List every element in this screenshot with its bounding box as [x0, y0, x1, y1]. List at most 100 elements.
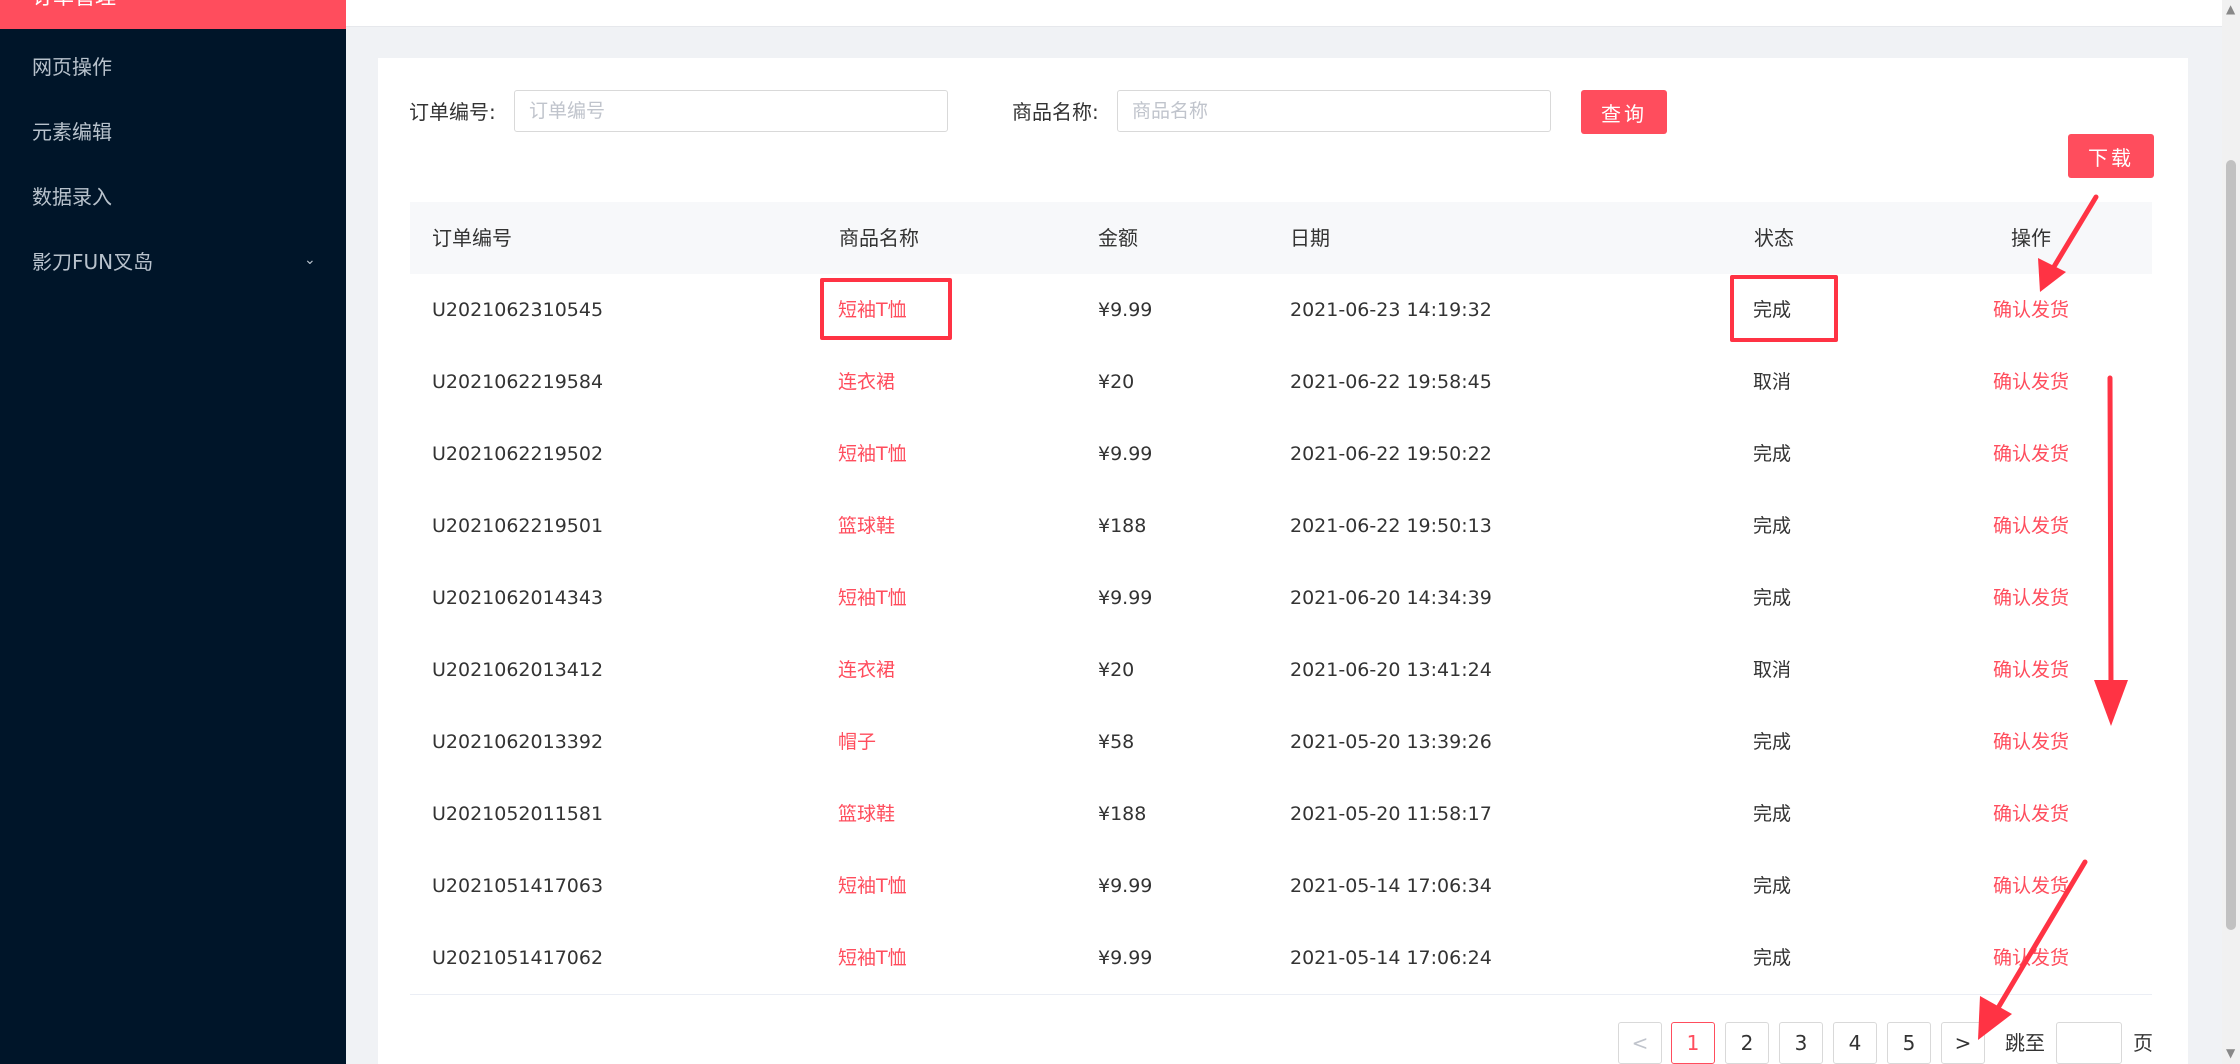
column-header-amount: 金额 [1098, 226, 1138, 250]
order-id-input[interactable] [514, 90, 948, 132]
order-id-cell: U2021062310545 [432, 299, 604, 321]
date-cell: 2021-06-22 19:58:45 [1290, 371, 1492, 393]
sidebar-item-label: 网页操作 [32, 55, 112, 79]
page-5-button[interactable]: 5 [1887, 1022, 1931, 1064]
product-cell: 短袖T恤 [838, 947, 907, 969]
confirm-shipment-link[interactable]: 确认发货 [1993, 706, 2069, 778]
table-row: U2021052011581 篮球鞋 ¥188 2021-05-20 11:58… [410, 778, 2152, 851]
table-row: U2021051417062 短袖T恤 ¥9.99 2021-05-14 17:… [410, 922, 2152, 995]
confirm-shipment-link[interactable]: 确认发货 [1993, 778, 2069, 850]
amount-cell: ¥9.99 [1098, 947, 1153, 969]
chevron-down-icon[interactable]: ⌄ [304, 245, 316, 275]
date-cell: 2021-06-22 19:50:22 [1290, 443, 1492, 465]
product-cell: 帽子 [838, 731, 877, 753]
annotation-box-status [1730, 275, 1838, 342]
product-cell: 短袖T恤 [838, 875, 907, 897]
order-id-cell: U2021052011581 [432, 803, 604, 825]
status-cell: 完成 [1753, 947, 1792, 969]
page-scrollbar[interactable]: ▲ ▼ [2222, 0, 2240, 1064]
table-row: U2021062014343 短袖T恤 ¥9.99 2021-06-20 14:… [410, 562, 2152, 635]
page-4-button[interactable]: 4 [1833, 1022, 1877, 1064]
confirm-shipment-link[interactable]: 确认发货 [1993, 922, 2069, 994]
order-id-cell: U2021062219502 [432, 443, 604, 465]
top-bar [346, 0, 2240, 27]
status-cell: 取消 [1753, 659, 1792, 681]
sidebar: 订单管理 网页操作 元素编辑 数据录入 影刀FUN叉岛 ⌄ [0, 0, 346, 1064]
date-cell: 2021-06-20 13:41:24 [1290, 659, 1492, 681]
amount-cell: ¥20 [1098, 659, 1135, 681]
status-cell: 取消 [1753, 371, 1792, 393]
column-header-action: 操作 [2011, 226, 2051, 250]
date-cell: 2021-06-20 14:34:39 [1290, 587, 1492, 609]
amount-cell: ¥9.99 [1098, 299, 1153, 321]
table-row: U2021062219502 短袖T恤 ¥9.99 2021-06-22 19:… [410, 418, 2152, 491]
date-cell: 2021-05-20 11:58:17 [1290, 803, 1492, 825]
sidebar-item-label: 元素编辑 [32, 120, 112, 144]
order-id-cell: U2021062219584 [432, 371, 604, 393]
jump-to-label: 跳至 [2005, 1031, 2045, 1055]
table-row: U2021062013392 帽子 ¥58 2021-05-20 13:39:2… [410, 706, 2152, 779]
jump-page-input[interactable] [2056, 1022, 2122, 1064]
query-button[interactable]: 查询 [1581, 90, 1667, 134]
confirm-shipment-link[interactable]: 确认发货 [1993, 634, 2069, 706]
confirm-shipment-link[interactable]: 确认发货 [1993, 562, 2069, 634]
annotation-box-product [820, 278, 952, 340]
date-cell: 2021-05-20 13:39:26 [1290, 731, 1492, 753]
sidebar-item-yingdao-fun[interactable]: 影刀FUN叉岛 [32, 247, 153, 277]
scroll-down-icon[interactable]: ▼ [2226, 1046, 2235, 1060]
sidebar-item-order-management[interactable]: 订单管理 [0, 0, 346, 29]
confirm-shipment-link[interactable]: 确认发货 [1993, 346, 2069, 418]
sidebar-item-element-edit[interactable]: 元素编辑 [32, 117, 112, 147]
confirm-shipment-link[interactable]: 确认发货 [1993, 850, 2069, 922]
scrollbar-thumb[interactable] [2226, 160, 2236, 930]
date-cell: 2021-05-14 17:06:34 [1290, 875, 1492, 897]
amount-cell: ¥58 [1098, 731, 1135, 753]
order-id-cell: U2021062219501 [432, 515, 604, 537]
order-id-label: 订单编号: [409, 100, 496, 124]
amount-cell: ¥9.99 [1098, 875, 1153, 897]
amount-cell: ¥188 [1098, 803, 1147, 825]
sidebar-item-web-operations[interactable]: 网页操作 [32, 52, 112, 82]
status-cell: 完成 [1753, 875, 1792, 897]
sidebar-item-label: 数据录入 [32, 185, 112, 209]
product-cell: 短袖T恤 [838, 443, 907, 465]
column-header-order-id: 订单编号 [432, 226, 512, 250]
status-cell: 完成 [1753, 731, 1792, 753]
amount-cell: ¥20 [1098, 371, 1135, 393]
column-header-product: 商品名称 [839, 226, 919, 250]
status-cell: 完成 [1753, 443, 1792, 465]
scroll-up-icon[interactable]: ▲ [2226, 2, 2235, 16]
order-id-cell: U2021051417063 [432, 875, 604, 897]
date-cell: 2021-06-23 14:19:32 [1290, 299, 1492, 321]
sidebar-item-label: 影刀FUN叉岛 [32, 250, 154, 274]
table-row: U2021062219584 连衣裙 ¥20 2021-06-22 19:58:… [410, 346, 2152, 419]
sidebar-item-data-entry[interactable]: 数据录入 [32, 182, 112, 212]
next-page-button[interactable]: > [1941, 1022, 1985, 1064]
product-cell: 篮球鞋 [838, 515, 896, 537]
amount-cell: ¥9.99 [1098, 587, 1153, 609]
order-id-cell: U2021051417062 [432, 947, 604, 969]
page-3-button[interactable]: 3 [1779, 1022, 1823, 1064]
order-id-cell: U2021062014343 [432, 587, 604, 609]
product-cell: 连衣裙 [838, 659, 896, 681]
page-1-button[interactable]: 1 [1671, 1022, 1715, 1064]
confirm-shipment-link[interactable]: 确认发货 [1993, 418, 2069, 490]
product-cell: 篮球鞋 [838, 803, 896, 825]
table-row: U2021051417063 短袖T恤 ¥9.99 2021-05-14 17:… [410, 850, 2152, 923]
download-button[interactable]: 下载 [2068, 134, 2154, 178]
prev-page-button[interactable]: < [1618, 1022, 1662, 1064]
table-row: U2021062310545 短袖T恤 ¥9.99 2021-06-23 14:… [410, 274, 2152, 347]
confirm-shipment-link[interactable]: 确认发货 [1993, 274, 2069, 346]
product-cell: 连衣裙 [838, 371, 896, 393]
status-cell: 完成 [1753, 803, 1792, 825]
sidebar-item-label: 订单管理 [32, 0, 116, 12]
amount-cell: ¥188 [1098, 515, 1147, 537]
date-cell: 2021-06-22 19:50:13 [1290, 515, 1492, 537]
product-name-input[interactable] [1117, 90, 1551, 132]
column-header-status: 状态 [1754, 226, 1794, 250]
page-2-button[interactable]: 2 [1725, 1022, 1769, 1064]
column-header-date: 日期 [1290, 226, 1330, 250]
table-row: U2021062013412 连衣裙 ¥20 2021-06-20 13:41:… [410, 634, 2152, 707]
date-cell: 2021-05-14 17:06:24 [1290, 947, 1492, 969]
confirm-shipment-link[interactable]: 确认发货 [1993, 490, 2069, 562]
